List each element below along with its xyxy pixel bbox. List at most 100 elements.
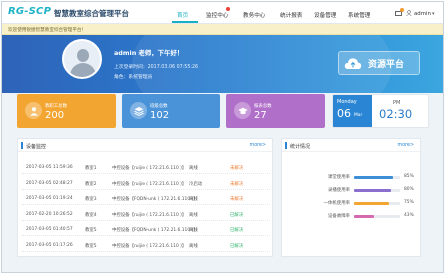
table-row[interactable]: 2017-03-05 01:19:24 教室3 中控设备【FQDN-unk ( 17… xyxy=(22,192,270,205)
device-status: 离线 xyxy=(189,166,198,171)
resolution-status[interactable]: 已解决 xyxy=(230,227,243,233)
stat-percent: 80% xyxy=(404,187,414,192)
classroom-name: 教室4 xyxy=(85,212,97,218)
app-title: 智慧教室综合管理平台 xyxy=(54,9,129,18)
nav-item-statistics[interactable]: 统计报表 xyxy=(280,11,302,19)
stat-label: 录播使用率 xyxy=(328,188,350,193)
event-time: 2017-03-05 01:40:57 xyxy=(26,227,73,232)
progress-track xyxy=(354,189,400,192)
stat-percent: 43% xyxy=(404,213,414,218)
user-menu-name[interactable]: admin xyxy=(414,11,431,17)
brand-logo[interactable]: RG-SCP xyxy=(8,6,51,17)
progress-track xyxy=(354,202,400,205)
table-row[interactable]: 2017-03-05 01:17:26 教室5 中控设备【ruijie ( 172.… xyxy=(22,239,270,252)
stat-label: 设备故障率 xyxy=(328,214,350,219)
device-name: 中控设备【FQDN-unk ( 172.21.6.110 )】 xyxy=(112,197,198,202)
nav-item-academic-center[interactable]: 教务中心 xyxy=(243,11,265,19)
device-status: 离线 xyxy=(189,197,198,202)
date-time-card: Monday 06 Mar PM 02:30 xyxy=(332,94,429,128)
table-row[interactable]: 2017-03-05 11:59:36 教室1 中控设备【ruijie ( 172.… xyxy=(22,161,270,174)
class-count-value: 102 xyxy=(150,110,170,121)
classroom-name: 教室5 xyxy=(85,228,97,233)
avatar[interactable] xyxy=(62,39,102,79)
device-monitoring-panel: 设备监控 more> 2017-03-05 11:59:36 教室1 中控设备【ru… xyxy=(17,138,273,257)
resolution-status[interactable]: 未解决 xyxy=(230,196,243,202)
nav-active-indicator xyxy=(172,21,198,23)
device-name: 中控设备【ruijie ( 172.21.6.110 )】 xyxy=(112,243,187,249)
stat-row: 设备故障率 43% xyxy=(288,212,418,221)
class-count-label: 班级总数 xyxy=(150,104,168,109)
class-count-card[interactable]: 班级总数 102 xyxy=(122,94,220,128)
user-role: 角色：系统管理员 xyxy=(114,75,153,80)
resolution-status[interactable]: 已解决 xyxy=(230,212,243,218)
chevron-down-icon[interactable]: ▾ xyxy=(432,11,435,17)
resolution-status[interactable]: 未解决 xyxy=(230,181,243,187)
device-name: 中控设备【ruijie ( 172.21.6.110 )】 xyxy=(112,212,187,218)
panel-header: 设备监控 more> xyxy=(18,139,272,152)
clock-time: 02:30 xyxy=(379,107,413,121)
device-more-link[interactable]: more> xyxy=(250,143,266,148)
device-name: 中控设备【ruijie ( 172.21.6.110 )】 xyxy=(112,166,187,171)
device-status: 离线 xyxy=(189,228,198,233)
profile-hero: admin 老师，下午好！ 上次登录时间：2017.03.06 07:55:26… xyxy=(2,35,443,93)
panel-accent-bar xyxy=(21,142,23,149)
nav-item-system-management[interactable]: 系统管理 xyxy=(348,11,370,19)
classroom-name: 教室1 xyxy=(85,166,97,171)
classroom-name: 教室3 xyxy=(85,197,97,202)
greeting-text: admin 老师，下午好！ xyxy=(114,49,184,57)
progress-track xyxy=(354,215,400,218)
notification-badge xyxy=(226,7,230,11)
time-period: PM xyxy=(393,100,401,106)
device-status: 离线 xyxy=(189,243,198,249)
progress-fill xyxy=(354,202,389,205)
nav-item-device-management[interactable]: 设备管理 xyxy=(314,11,336,19)
table-row[interactable]: 2017-03-05 01:40:57 教室5 中控设备【FQDN-unk ( 17… xyxy=(22,223,270,236)
graduation-cap-icon xyxy=(234,102,251,119)
resolution-status[interactable]: 已解决 xyxy=(230,243,243,249)
top-navigation-bar: RG-SCP 智慧教室综合管理平台 首页 监控中心 教务中心 统计报表 设备管理… xyxy=(2,2,443,24)
report-count-label: 报表总数 xyxy=(254,104,272,109)
event-time: 2017-03-05 01:17:26 xyxy=(26,242,73,248)
stat-row: 一体机使用率 75% xyxy=(288,199,418,208)
staff-count-value: 200 xyxy=(45,110,65,121)
user-icon[interactable] xyxy=(406,10,412,16)
classroom-name: 教室5 xyxy=(85,243,97,249)
cloud-icon xyxy=(344,58,362,69)
progress-fill xyxy=(354,215,374,218)
staff-count-card[interactable]: 教职工总数 200 xyxy=(17,94,116,128)
stat-row: 录播使用率 80% xyxy=(288,186,418,195)
progress-track xyxy=(354,176,400,179)
progress-fill xyxy=(354,176,394,179)
report-count-value: 27 xyxy=(254,110,267,121)
stats-more-link[interactable]: more> xyxy=(398,143,414,148)
welcome-banner: 欢迎使用锐捷智慧教室综合管理平台！ xyxy=(2,24,443,35)
stat-percent: 85% xyxy=(404,174,414,179)
date-block: Monday 06 Mar xyxy=(333,95,372,127)
event-time: 2017-03-05 11:59:36 xyxy=(26,165,73,170)
app-window: RG-SCP 智慧教室综合管理平台 首页 监控中心 教务中心 统计报表 设备管理… xyxy=(1,1,444,273)
stat-percent: 75% xyxy=(404,200,414,205)
table-row[interactable]: 2017-02-20 10:26:52 教室4 中控设备【ruijie ( 172.… xyxy=(22,208,270,221)
welcome-text: 欢迎使用锐捷智慧教室综合管理平台！ xyxy=(8,27,87,33)
stat-row: 课堂使用率 85% xyxy=(288,173,418,182)
mail-badge xyxy=(400,8,404,12)
statistics-panel: 统计情况 more> 课堂使用率 85% 录播使用率 80% 一体机使用率 75% 设备故障… xyxy=(281,138,421,257)
avatar-body-shape xyxy=(70,63,96,77)
nav-item-monitor-center[interactable]: 监控中心 xyxy=(206,11,228,19)
layers-icon xyxy=(130,102,147,119)
avatar-head-shape xyxy=(77,49,89,62)
person-icon xyxy=(25,102,42,119)
resource-platform-button[interactable]: 资源平台 xyxy=(338,51,420,75)
resolution-status[interactable]: 未解决 xyxy=(230,165,243,171)
month: Mar xyxy=(354,113,363,118)
panel-header: 统计情况 more> xyxy=(282,139,420,152)
panel-accent-bar xyxy=(285,142,287,149)
last-login-time: 上次登录时间：2017.03.06 07:55:26 xyxy=(114,65,199,70)
table-row[interactable]: 2017-03-05 02:48:27 教室2 中控设备【ruijie ( 172.… xyxy=(22,177,270,190)
stats-panel-title: 统计情况 xyxy=(290,143,311,150)
device-name: 中控设备【ruijie ( 172.21.6.110 )】 xyxy=(112,181,187,187)
device-name: 中控设备【FQDN-unk ( 172.21.6.110 )】 xyxy=(112,228,198,233)
stat-label: 课堂使用率 xyxy=(328,175,350,180)
report-count-card[interactable]: 报表总数 27 xyxy=(226,94,325,128)
nav-item-home[interactable]: 首页 xyxy=(177,11,188,19)
